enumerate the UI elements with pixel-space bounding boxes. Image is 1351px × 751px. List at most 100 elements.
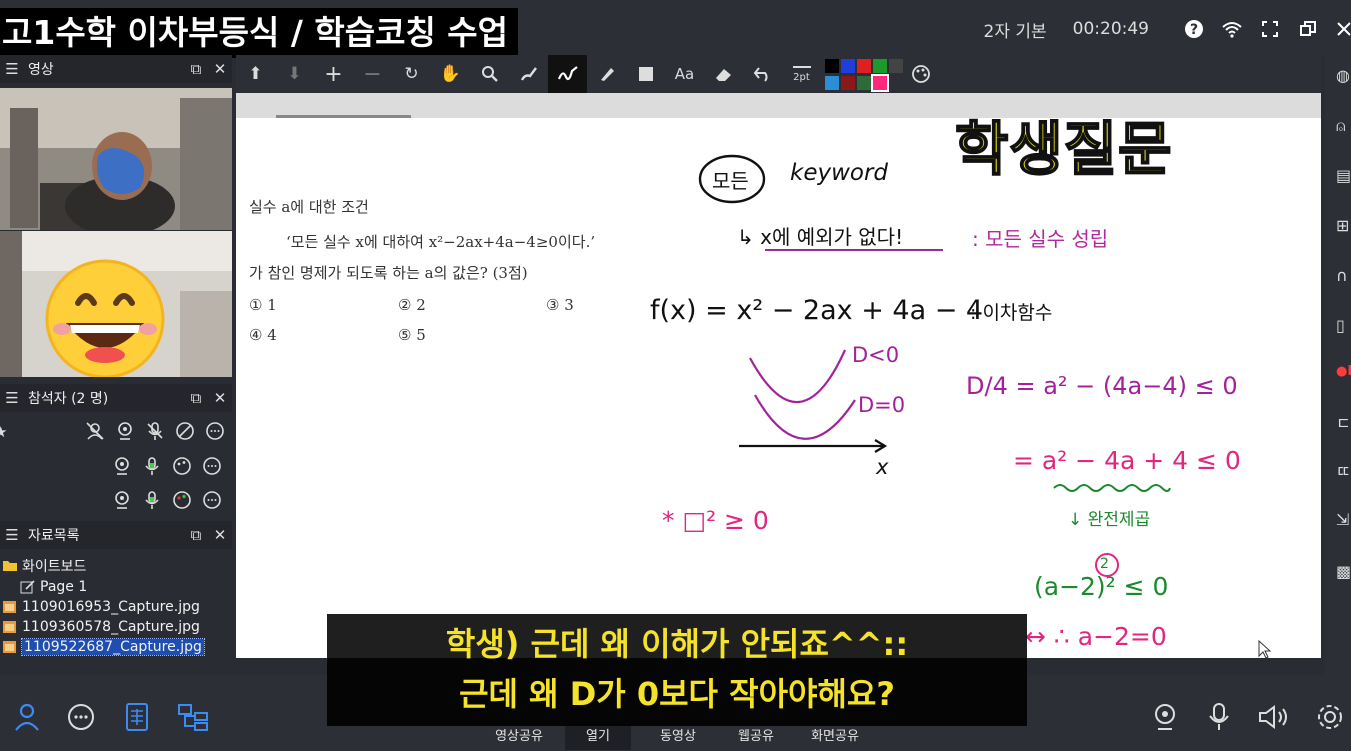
folder-whiteboard[interactable]: 화이트보드 [2, 556, 86, 575]
camera-icon[interactable] [115, 421, 135, 441]
text-size-icon[interactable]: ㄸ [1336, 458, 1351, 482]
puzzle-icon[interactable]: ▩ [1336, 562, 1351, 581]
bell-icon[interactable]: ⍝ [1336, 116, 1351, 136]
chat-icon[interactable] [202, 490, 222, 510]
tab-screen-share[interactable]: 화면공유 [802, 724, 868, 750]
color-swatch[interactable] [841, 75, 855, 90]
user-icon[interactable] [14, 703, 40, 731]
chat-icon[interactable] [202, 456, 222, 476]
fullscreen-icon[interactable] [1251, 21, 1289, 37]
popout-icon[interactable]: ⧉ [184, 526, 208, 544]
shape-icon[interactable] [626, 55, 665, 93]
undo-icon[interactable] [743, 55, 782, 93]
menu-icon[interactable]: ☰ [0, 389, 24, 407]
pen-icon[interactable] [548, 55, 587, 93]
video-panel-label: 영상 [28, 62, 54, 78]
subtitle-line-2: 근데 왜 D가 0보다 작아야해요? [459, 675, 895, 713]
image-file-icon [3, 620, 16, 633]
student-question-banner: 학생질문 [954, 114, 1173, 184]
menu-icon[interactable]: ☰ [0, 60, 24, 78]
close-icon[interactable]: ✕ [208, 60, 232, 78]
text-tool[interactable]: Aa [665, 55, 704, 93]
color-swatch[interactable] [841, 58, 855, 73]
color-swatch[interactable] [871, 73, 889, 92]
color-swatch[interactable] [873, 58, 887, 73]
camera-icon[interactable] [112, 456, 132, 476]
popout-icon[interactable]: ⧉ [184, 389, 208, 407]
color-swatch[interactable] [857, 75, 871, 90]
participant-row [85, 421, 225, 441]
magnifier-icon[interactable] [470, 55, 509, 93]
hand-icon[interactable]: ✋ [431, 55, 470, 93]
student-video[interactable] [0, 231, 232, 377]
square-nonnegative-note: * □² ≥ 0 [662, 506, 769, 535]
tab-video-share[interactable]: 영상공유 [487, 724, 551, 750]
speaker-icon[interactable] [1258, 704, 1290, 730]
user-off-icon[interactable] [85, 421, 105, 441]
image-file-icon [3, 600, 16, 613]
camera-icon[interactable] [112, 490, 132, 510]
layout-mode[interactable]: 2자 기본 [984, 17, 1047, 42]
problem-condition: ‘모든 실수 x에 대하여 x²−2ax+4a−4≥0이다.’ [286, 233, 596, 251]
close-icon[interactable]: ✕ [208, 526, 232, 544]
help-icon[interactable]: ? [1175, 19, 1213, 39]
eraser-icon[interactable] [704, 55, 743, 93]
arrow-down-icon[interactable]: ⬇ [275, 55, 314, 93]
file-name: 1109522687_Capture.jpg [21, 637, 205, 656]
close-window-icon[interactable] [1327, 22, 1351, 36]
palette-icon[interactable] [172, 456, 192, 476]
palette-active-icon[interactable] [172, 490, 192, 510]
teacher-video[interactable] [0, 88, 232, 230]
zoom-out-icon[interactable]: − [353, 55, 392, 93]
tab-open[interactable]: 열기 [565, 724, 631, 750]
brush-icon[interactable] [509, 55, 548, 93]
org-chart-icon[interactable] [177, 703, 209, 731]
wifi-icon [1213, 20, 1251, 38]
pen-size-label: 2pt [793, 71, 810, 83]
settings-gear-icon[interactable] [1316, 703, 1344, 731]
webcam-icon[interactable] [1152, 703, 1178, 731]
popout-icon[interactable]: ⧉ [184, 60, 208, 78]
tab-web-share[interactable]: 웹공유 [728, 724, 784, 750]
close-icon[interactable]: ✕ [208, 389, 232, 407]
restore-window-icon[interactable] [1289, 21, 1327, 37]
page-item[interactable]: Page 1 [20, 577, 87, 596]
clipboard-icon[interactable]: ▯ [1336, 316, 1351, 335]
discriminant-step: D/4 = a² − (4a−4) ≤ 0 [966, 372, 1238, 400]
palette-off-icon[interactable] [175, 421, 195, 441]
layout-icon[interactable]: ▤ [1336, 166, 1351, 185]
headset-icon[interactable]: ∩ [1336, 266, 1351, 285]
color-swatch[interactable] [825, 58, 839, 73]
file-item-selected[interactable]: 1109522687_Capture.jpg [2, 637, 205, 656]
d-negative-label: D<0 [852, 343, 900, 367]
text-rail-icon[interactable]: ㄷ [1336, 410, 1351, 434]
file-item[interactable]: 1109360578_Capture.jpg [2, 617, 200, 636]
tab-movie[interactable]: 동영상 [646, 724, 710, 750]
grid-icon[interactable]: ⊞ [1336, 216, 1351, 235]
participants-list: ★ [0, 413, 232, 513]
document-icon[interactable] [124, 702, 150, 732]
status-area: 2자 기본 00:20:49 ? [984, 14, 1351, 44]
chat-bubble-icon[interactable] [67, 703, 95, 731]
rotate-icon[interactable]: ↻ [392, 55, 431, 93]
color-swatch[interactable] [825, 75, 839, 90]
mic-off-icon[interactable] [145, 421, 165, 441]
chat-icon[interactable] [205, 421, 225, 441]
export-icon[interactable]: ⇲ [1336, 510, 1351, 529]
mic-rail-icon[interactable]: ◍ [1336, 66, 1351, 85]
pen-size[interactable]: 2pt [782, 55, 821, 93]
menu-icon[interactable]: ☰ [0, 526, 24, 544]
file-item[interactable]: 1109016953_Capture.jpg [2, 597, 200, 616]
record-icon[interactable]: ●R [1336, 364, 1351, 379]
mic-active-icon[interactable] [142, 490, 162, 510]
color-palette[interactable] [825, 58, 903, 92]
color-swatch[interactable] [857, 58, 871, 73]
microphone-icon[interactable] [1208, 702, 1230, 732]
participant-row [112, 490, 222, 510]
mic-active-icon[interactable] [142, 456, 162, 476]
arrow-up-icon[interactable]: ⬆ [236, 55, 275, 93]
conclusion-step: ↔ ∴ a−2=0 [1025, 622, 1167, 651]
color-picker-icon[interactable] [901, 55, 940, 93]
highlighter-icon[interactable] [587, 55, 626, 93]
zoom-in-icon[interactable]: + [314, 55, 353, 93]
